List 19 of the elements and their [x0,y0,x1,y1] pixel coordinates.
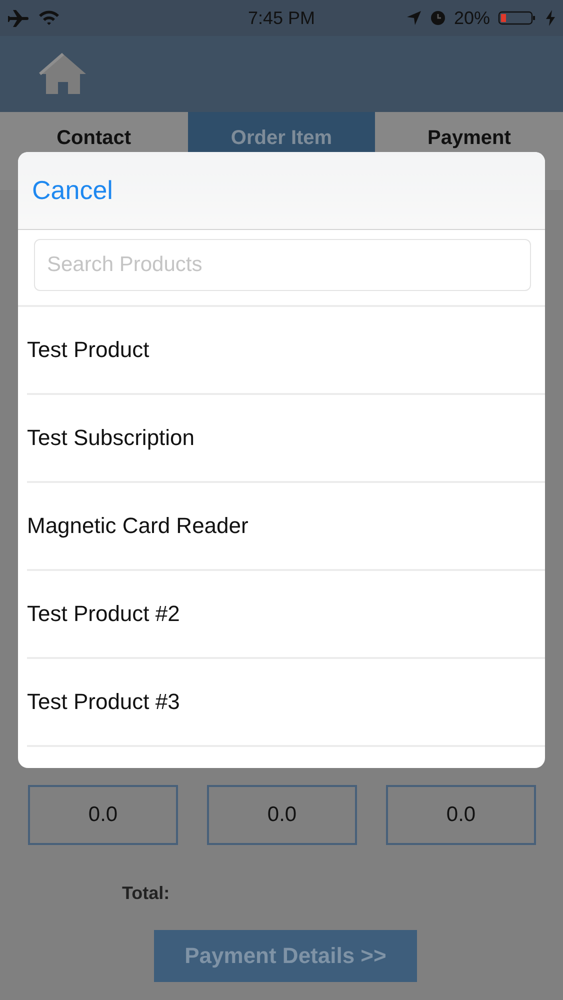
airplane-icon [8,9,30,27]
amount-field[interactable]: 0.0 [207,785,357,845]
product-item[interactable]: Test Product [27,307,545,395]
product-item[interactable]: Test Product #2 [27,571,545,659]
status-time: 7:45 PM [248,8,316,28]
product-item[interactable]: Magnetic Card Reader [27,483,545,571]
location-arrow-icon [406,10,422,26]
battery-percentage: 20% [454,8,490,28]
battery-icon [498,10,538,26]
home-icon[interactable] [38,52,88,96]
amount-field[interactable]: 0.0 [386,785,536,845]
alarm-icon [430,10,446,26]
total-label: Total: [122,883,170,903]
amount-field[interactable]: 0.0 [28,785,178,845]
product-item[interactable]: Test Subscription [27,395,545,483]
product-item[interactable]: Test Product #3 [27,659,545,747]
search-field[interactable]: Search Products [34,239,531,291]
wifi-icon [38,9,60,27]
charging-bolt-icon [546,10,555,26]
